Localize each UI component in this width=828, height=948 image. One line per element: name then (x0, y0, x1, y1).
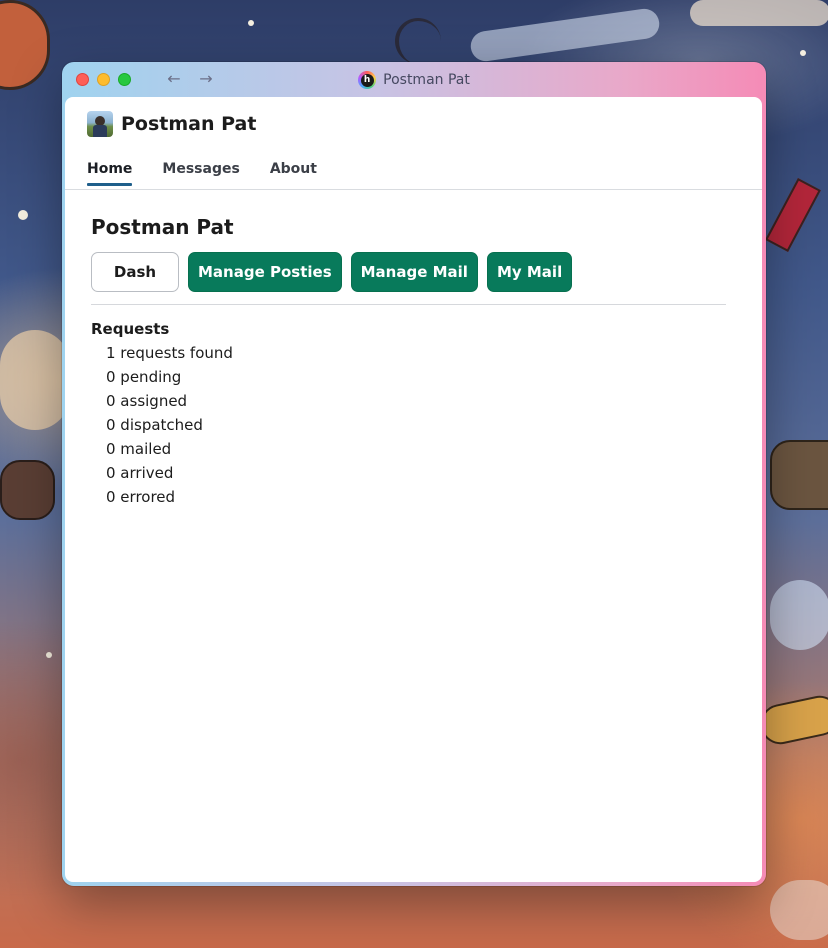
wallpaper-character (765, 177, 821, 253)
action-button-row: Dash Manage Posties Manage Mail My Mail (91, 252, 573, 292)
app-window: ← → h Postman Pat Postman Pat Home Messa… (62, 62, 766, 886)
requests-arrived-count: 0 arrived (106, 464, 174, 482)
wallpaper-star (46, 652, 52, 658)
requests-dispatched-count: 0 dispatched (106, 416, 203, 434)
wallpaper-character (0, 460, 55, 520)
app-header: Postman Pat (87, 110, 256, 138)
manage-mail-button[interactable]: Manage Mail (350, 252, 478, 292)
requests-heading: Requests (91, 320, 170, 338)
wallpaper-cloud (0, 330, 70, 430)
tabs-divider (65, 189, 762, 190)
window-titlebar[interactable]: ← → h Postman Pat (62, 62, 766, 98)
window-title: Postman Pat (383, 72, 470, 88)
tab-messages[interactable]: Messages (162, 161, 239, 185)
wallpaper-cloud (690, 0, 828, 26)
requests-errored-count: 0 errored (106, 488, 176, 506)
wallpaper-character (770, 440, 828, 510)
requests-stats-list: 1 requests found 0 pending 0 assigned 0 … (106, 341, 233, 509)
wallpaper-character (0, 0, 50, 90)
wallpaper-cloud (468, 6, 662, 64)
requests-mailed-count: 0 mailed (106, 440, 172, 458)
requests-pending-count: 0 pending (106, 368, 182, 386)
app-badge-letter: h (360, 73, 374, 87)
main-tabs: Home Messages About (87, 161, 317, 186)
section-divider (91, 304, 726, 305)
tab-about[interactable]: About (270, 161, 317, 185)
requests-found-count: 1 requests found (106, 344, 233, 362)
wallpaper-character (756, 692, 828, 748)
tab-home[interactable]: Home (87, 161, 133, 186)
app-logo-icon (87, 111, 113, 137)
requests-section: Requests 1 requests found 0 pending 0 as… (91, 317, 233, 509)
requests-assigned-count: 0 assigned (106, 392, 188, 410)
wallpaper-cloud (770, 880, 828, 940)
wallpaper-star (18, 210, 28, 220)
app-content: Postman Pat Home Messages About Postman … (65, 97, 762, 882)
page-title: Postman Pat (91, 215, 234, 239)
wallpaper-star (248, 20, 254, 26)
dash-button[interactable]: Dash (91, 252, 179, 292)
window-title-group: h Postman Pat (62, 62, 766, 98)
wallpaper-cloud (770, 580, 828, 650)
wallpaper-moon (395, 18, 441, 64)
app-badge-icon: h (358, 71, 377, 89)
my-mail-button[interactable]: My Mail (486, 252, 573, 292)
manage-posties-button[interactable]: Manage Posties (188, 252, 342, 292)
app-title: Postman Pat (121, 113, 257, 135)
wallpaper-star (800, 50, 806, 56)
